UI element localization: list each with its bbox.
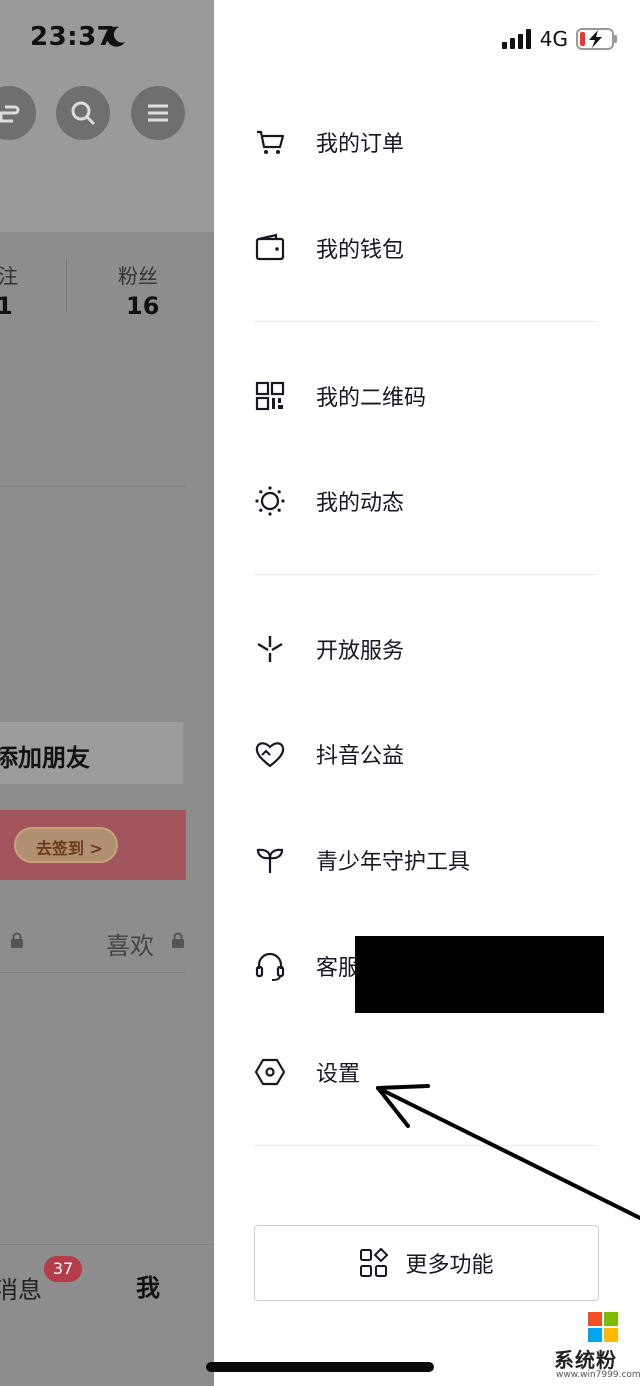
checkin-button[interactable]: 去签到 > — [14, 827, 118, 863]
stat-following-value: 1 — [0, 292, 13, 320]
profile-card — [0, 232, 214, 1386]
menu-douyin-charity[interactable]: 抖音公益 — [254, 724, 404, 784]
menu-label: 我的钱包 — [316, 238, 405, 263]
side-drawer: 4G 我的订单 我的钱包 我的二维码 我的动态 开放服务 抖音公益 青少年守护工… — [214, 0, 640, 1386]
add-friend-label: 添加朋友 — [0, 744, 90, 772]
wallet-icon — [254, 232, 286, 264]
cart-icon — [254, 126, 286, 158]
background-profile-page[interactable]: 23:37 注 1 粉丝 16 添加朋友 去签到 > 喜欢 消息 37 我 — [0, 0, 214, 1386]
tab-likes[interactable]: 喜欢 — [106, 926, 154, 961]
checkin-label: 去签到 > — [36, 839, 103, 858]
menu-label: 客服 — [316, 956, 361, 981]
menu-icon[interactable] — [131, 86, 185, 140]
menu-separator — [254, 321, 598, 322]
menu-my-orders[interactable]: 我的订单 — [254, 112, 404, 172]
menu-my-moments[interactable]: 我的动态 — [254, 471, 404, 531]
open-service-icon — [254, 633, 286, 665]
messages-badge: 37 — [44, 1256, 82, 1282]
battery-charging-icon — [576, 28, 617, 50]
menu-label: 青少年守护工具 — [316, 850, 471, 875]
stat-followers-value: 16 — [126, 292, 160, 320]
bottom-nav-divider — [0, 1244, 214, 1245]
divider — [0, 486, 186, 487]
network-label: 4G — [539, 27, 568, 51]
menu-label: 我的二维码 — [316, 386, 427, 411]
moon-icon — [106, 26, 125, 47]
qr-code-icon — [254, 380, 286, 412]
menu-label: 我的订单 — [316, 132, 405, 157]
more-features-label: 更多功能 — [405, 1253, 494, 1278]
stat-followers-label: 粉丝 — [118, 264, 158, 288]
sprout-icon — [254, 844, 286, 876]
settings-hexagon-icon — [254, 1056, 286, 1088]
menu-label: 抖音公益 — [316, 744, 405, 769]
redaction-box — [355, 936, 604, 1013]
nav-messages[interactable]: 消息 — [0, 1270, 42, 1305]
menu-label: 开放服务 — [316, 639, 405, 664]
menu-separator — [254, 574, 598, 575]
grid-apps-icon — [360, 1248, 389, 1277]
lock-icon — [11, 932, 23, 948]
watermark-text: 系统粉 — [554, 1348, 617, 1372]
stat-following-label: 注 — [0, 264, 18, 288]
menu-label: 我的动态 — [316, 491, 405, 516]
more-features-button[interactable]: 更多功能 — [254, 1225, 599, 1301]
menu-customer-service[interactable]: 客服 — [254, 936, 360, 996]
lock-icon — [172, 932, 184, 948]
menu-separator — [254, 1145, 598, 1146]
search-icon[interactable] — [56, 86, 110, 140]
signal-icon — [501, 29, 531, 49]
menu-open-services[interactable]: 开放服务 — [254, 619, 404, 679]
status-time: 23:37 — [30, 22, 116, 52]
menu-my-wallet[interactable]: 我的钱包 — [254, 218, 404, 278]
menu-teen-protection[interactable]: 青少年守护工具 — [254, 830, 470, 890]
status-bar-right: 4G — [501, 26, 618, 52]
menu-label: 设置 — [316, 1062, 361, 1087]
watermark-url: www.win7999.com — [556, 1370, 640, 1380]
charity-heart-icon — [254, 738, 286, 770]
menu-settings[interactable]: 设置 — [254, 1042, 360, 1102]
menu-my-qr-code[interactable]: 我的二维码 — [254, 366, 426, 426]
nav-me[interactable]: 我 — [136, 1268, 160, 1303]
headset-icon — [254, 950, 286, 982]
stat-divider — [66, 258, 67, 312]
moments-icon — [254, 485, 286, 517]
windows-logo-icon — [588, 1312, 618, 1342]
tab-divider — [0, 972, 186, 973]
home-indicator[interactable] — [206, 1362, 434, 1372]
add-friend-button[interactable]: 添加朋友 — [0, 722, 183, 784]
